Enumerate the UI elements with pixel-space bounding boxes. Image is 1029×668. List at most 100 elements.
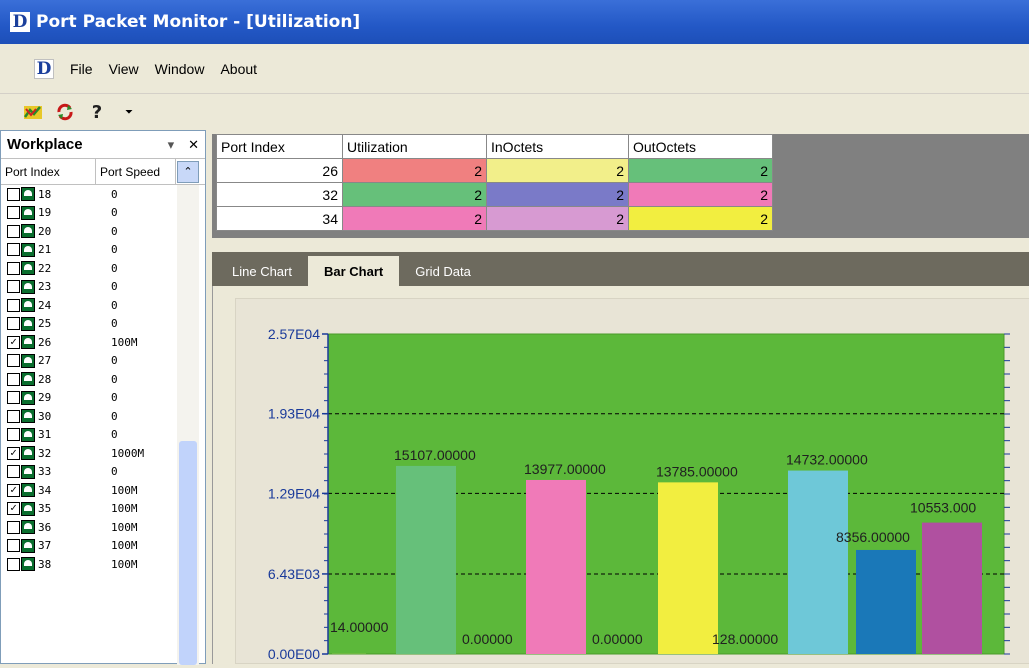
grid-cell[interactable]: 2	[343, 207, 487, 231]
col-port-index[interactable]: Port Index	[1, 159, 96, 184]
tab-line-chart[interactable]: Line Chart	[216, 256, 308, 286]
menu-about[interactable]: About	[220, 61, 257, 77]
port-checkbox[interactable]	[7, 262, 20, 275]
port-speed: 0	[111, 354, 118, 367]
y-tick-label: 1.93E04	[268, 406, 320, 422]
grid-cell[interactable]: 2	[487, 159, 629, 183]
port-index: 34	[35, 484, 111, 497]
port-checkbox[interactable]	[7, 188, 20, 201]
list-item[interactable]: 180	[1, 185, 205, 204]
port-speed: 0	[111, 391, 118, 404]
table-row[interactable]: 26 2 2 2	[217, 159, 773, 183]
list-item[interactable]: 330	[1, 463, 205, 482]
port-icon	[21, 520, 35, 534]
grid-cell[interactable]: 2	[343, 183, 487, 207]
grid-cell[interactable]: 26	[217, 159, 343, 183]
grid-cell[interactable]: 2	[629, 183, 773, 207]
list-item[interactable]: ✓34100M	[1, 481, 205, 500]
list-item[interactable]: 38100M	[1, 555, 205, 574]
list-item[interactable]: 220	[1, 259, 205, 278]
port-checkbox[interactable]: ✓	[7, 336, 20, 349]
port-speed: 0	[111, 410, 118, 423]
grid-cell[interactable]: 2	[343, 159, 487, 183]
vertical-scrollbar[interactable]	[177, 185, 199, 665]
port-checkbox[interactable]	[7, 391, 20, 404]
port-index: 33	[35, 465, 111, 478]
port-icon	[21, 465, 35, 479]
table-row[interactable]: 32 2 2 2	[217, 183, 773, 207]
data-label: 0.00000	[592, 631, 643, 647]
list-item[interactable]: 210	[1, 241, 205, 260]
port-checkbox[interactable]	[7, 317, 20, 330]
list-item[interactable]: 37100M	[1, 537, 205, 556]
panel-dropdown-icon[interactable]: ▾	[168, 137, 175, 153]
list-item[interactable]: 36100M	[1, 518, 205, 537]
grid-header-inoctets[interactable]: InOctets	[487, 135, 629, 159]
close-icon[interactable]: ✕	[188, 137, 199, 153]
list-item[interactable]: 200	[1, 222, 205, 241]
list-item[interactable]: 250	[1, 315, 205, 334]
port-checkbox[interactable]	[7, 243, 20, 256]
table-row[interactable]: 34 2 2 2	[217, 207, 773, 231]
list-item[interactable]: 230	[1, 278, 205, 297]
help-icon[interactable]: ?	[86, 101, 108, 123]
scrollbar-thumb[interactable]	[179, 441, 197, 665]
grid-cell[interactable]: 34	[217, 207, 343, 231]
menu-view[interactable]: View	[109, 61, 139, 77]
port-checkbox[interactable]: ✓	[7, 447, 20, 460]
port-checkbox[interactable]: ✓	[7, 484, 20, 497]
data-label: 128.00000	[712, 631, 778, 647]
port-icon	[21, 372, 35, 386]
grid-cell[interactable]: 2	[629, 207, 773, 231]
list-item[interactable]: 310	[1, 426, 205, 445]
port-checkbox[interactable]	[7, 373, 20, 386]
list-item[interactable]: 190	[1, 204, 205, 223]
list-item[interactable]: ✓35100M	[1, 500, 205, 519]
list-item[interactable]: 290	[1, 389, 205, 408]
list-item[interactable]: 300	[1, 407, 205, 426]
grid-header-outoctets[interactable]: OutOctets	[629, 135, 773, 159]
grid-cell[interactable]: 2	[487, 207, 629, 231]
dropdown-icon[interactable]: ⏷	[118, 101, 140, 123]
port-checkbox[interactable]	[7, 410, 20, 423]
list-item[interactable]: ✓26100M	[1, 333, 205, 352]
grid-cell[interactable]: 32	[217, 183, 343, 207]
port-checkbox[interactable]	[7, 354, 20, 367]
menu-file[interactable]: File	[70, 61, 93, 77]
port-checkbox[interactable]	[7, 465, 20, 478]
port-icon	[21, 261, 35, 275]
port-checkbox[interactable]: ✓	[7, 502, 20, 515]
port-checkbox[interactable]	[7, 206, 20, 219]
data-label: 14732.00000	[786, 452, 868, 468]
port-index: 22	[35, 262, 111, 275]
port-checkbox[interactable]	[7, 280, 20, 293]
port-index: 25	[35, 317, 111, 330]
grid-header-port[interactable]: Port Index	[217, 135, 343, 159]
port-checkbox[interactable]	[7, 225, 20, 238]
port-checkbox[interactable]	[7, 558, 20, 571]
list-item[interactable]: ✓321000M	[1, 444, 205, 463]
port-checkbox[interactable]	[7, 521, 20, 534]
port-icon	[21, 298, 35, 312]
tab-grid-data[interactable]: Grid Data	[399, 256, 487, 286]
list-item[interactable]: 240	[1, 296, 205, 315]
menu-bar: D File View Window About	[0, 44, 1029, 94]
workplace-header: Workplace ▾✕	[1, 131, 205, 159]
grid-header-utilization[interactable]: Utilization	[343, 135, 487, 159]
list-item[interactable]: 280	[1, 370, 205, 389]
menu-window[interactable]: Window	[155, 61, 205, 77]
scroll-up-icon[interactable]: ⌃	[177, 161, 199, 183]
data-label: 14.00000	[330, 619, 389, 635]
grid-cell[interactable]: 2	[487, 183, 629, 207]
list-item[interactable]: 270	[1, 352, 205, 371]
port-checkbox[interactable]	[7, 299, 20, 312]
refresh-icon[interactable]	[54, 101, 76, 123]
port-checkbox[interactable]	[7, 539, 20, 552]
chart-icon[interactable]	[22, 101, 44, 123]
grid-cell[interactable]: 2	[629, 159, 773, 183]
port-checkbox[interactable]	[7, 428, 20, 441]
tab-bar-chart[interactable]: Bar Chart	[308, 256, 399, 286]
chart-frame: 0.00E006.43E031.29E041.93E042.57E0414.00…	[235, 298, 1029, 664]
menu-logo-icon[interactable]: D	[34, 59, 54, 79]
col-port-speed[interactable]: Port Speed	[96, 159, 176, 184]
